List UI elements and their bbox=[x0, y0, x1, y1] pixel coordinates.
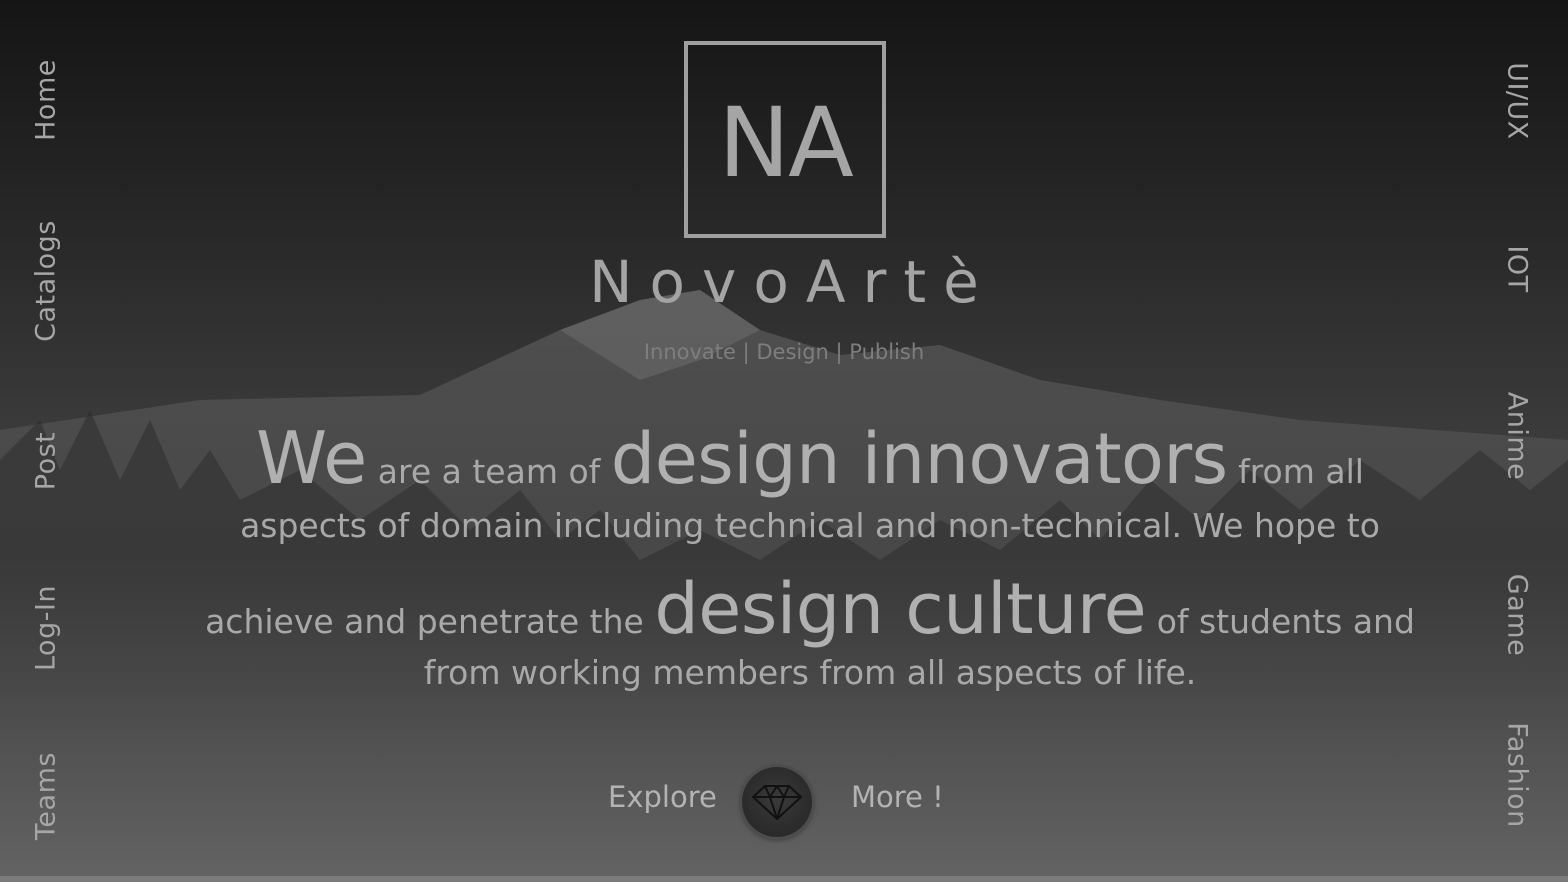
more-link[interactable]: More ! bbox=[851, 780, 944, 814]
nav-item-fashion[interactable]: Fashion bbox=[1502, 722, 1533, 827]
mission-text: of students and bbox=[1146, 602, 1415, 641]
mission-text: from all bbox=[1227, 452, 1364, 491]
nav-item-teams[interactable]: Teams bbox=[31, 752, 62, 840]
mission-text: are a team of bbox=[367, 452, 611, 491]
nav-item-post[interactable]: Post bbox=[31, 432, 62, 491]
diamond-icon bbox=[752, 785, 802, 820]
nav-item-game[interactable]: Game bbox=[1502, 574, 1533, 656]
logo: NA bbox=[684, 41, 886, 238]
nav-item-log-in[interactable]: Log-In bbox=[31, 585, 62, 671]
tagline: Innovate | Design | Publish bbox=[643, 340, 925, 364]
mission-statement: We are a team of design innovators from … bbox=[160, 408, 1460, 698]
brand-name: NovoArtè bbox=[589, 248, 996, 316]
mission-emphasis: design innovators bbox=[610, 418, 1228, 500]
mission-text: achieve and penetrate the bbox=[205, 602, 655, 641]
bottom-divider bbox=[0, 876, 1568, 882]
hero-page: Home Catalogs Post Log-In Teams UI/UX IO… bbox=[0, 0, 1568, 882]
mission-we: We bbox=[256, 416, 368, 500]
nav-item-ui-ux[interactable]: UI/UX bbox=[1502, 62, 1533, 140]
nav-item-anime[interactable]: Anime bbox=[1502, 392, 1533, 481]
mission-line-1: We are a team of design innovators from … bbox=[160, 408, 1460, 508]
explore-link[interactable]: Explore bbox=[608, 780, 717, 814]
nav-item-home[interactable]: Home bbox=[31, 59, 62, 141]
logo-letters: NA bbox=[718, 86, 853, 199]
explore-more-button[interactable] bbox=[742, 767, 812, 837]
mission-emphasis: design culture bbox=[654, 568, 1147, 650]
mission-line-2: aspects of domain including technical an… bbox=[240, 506, 1380, 545]
